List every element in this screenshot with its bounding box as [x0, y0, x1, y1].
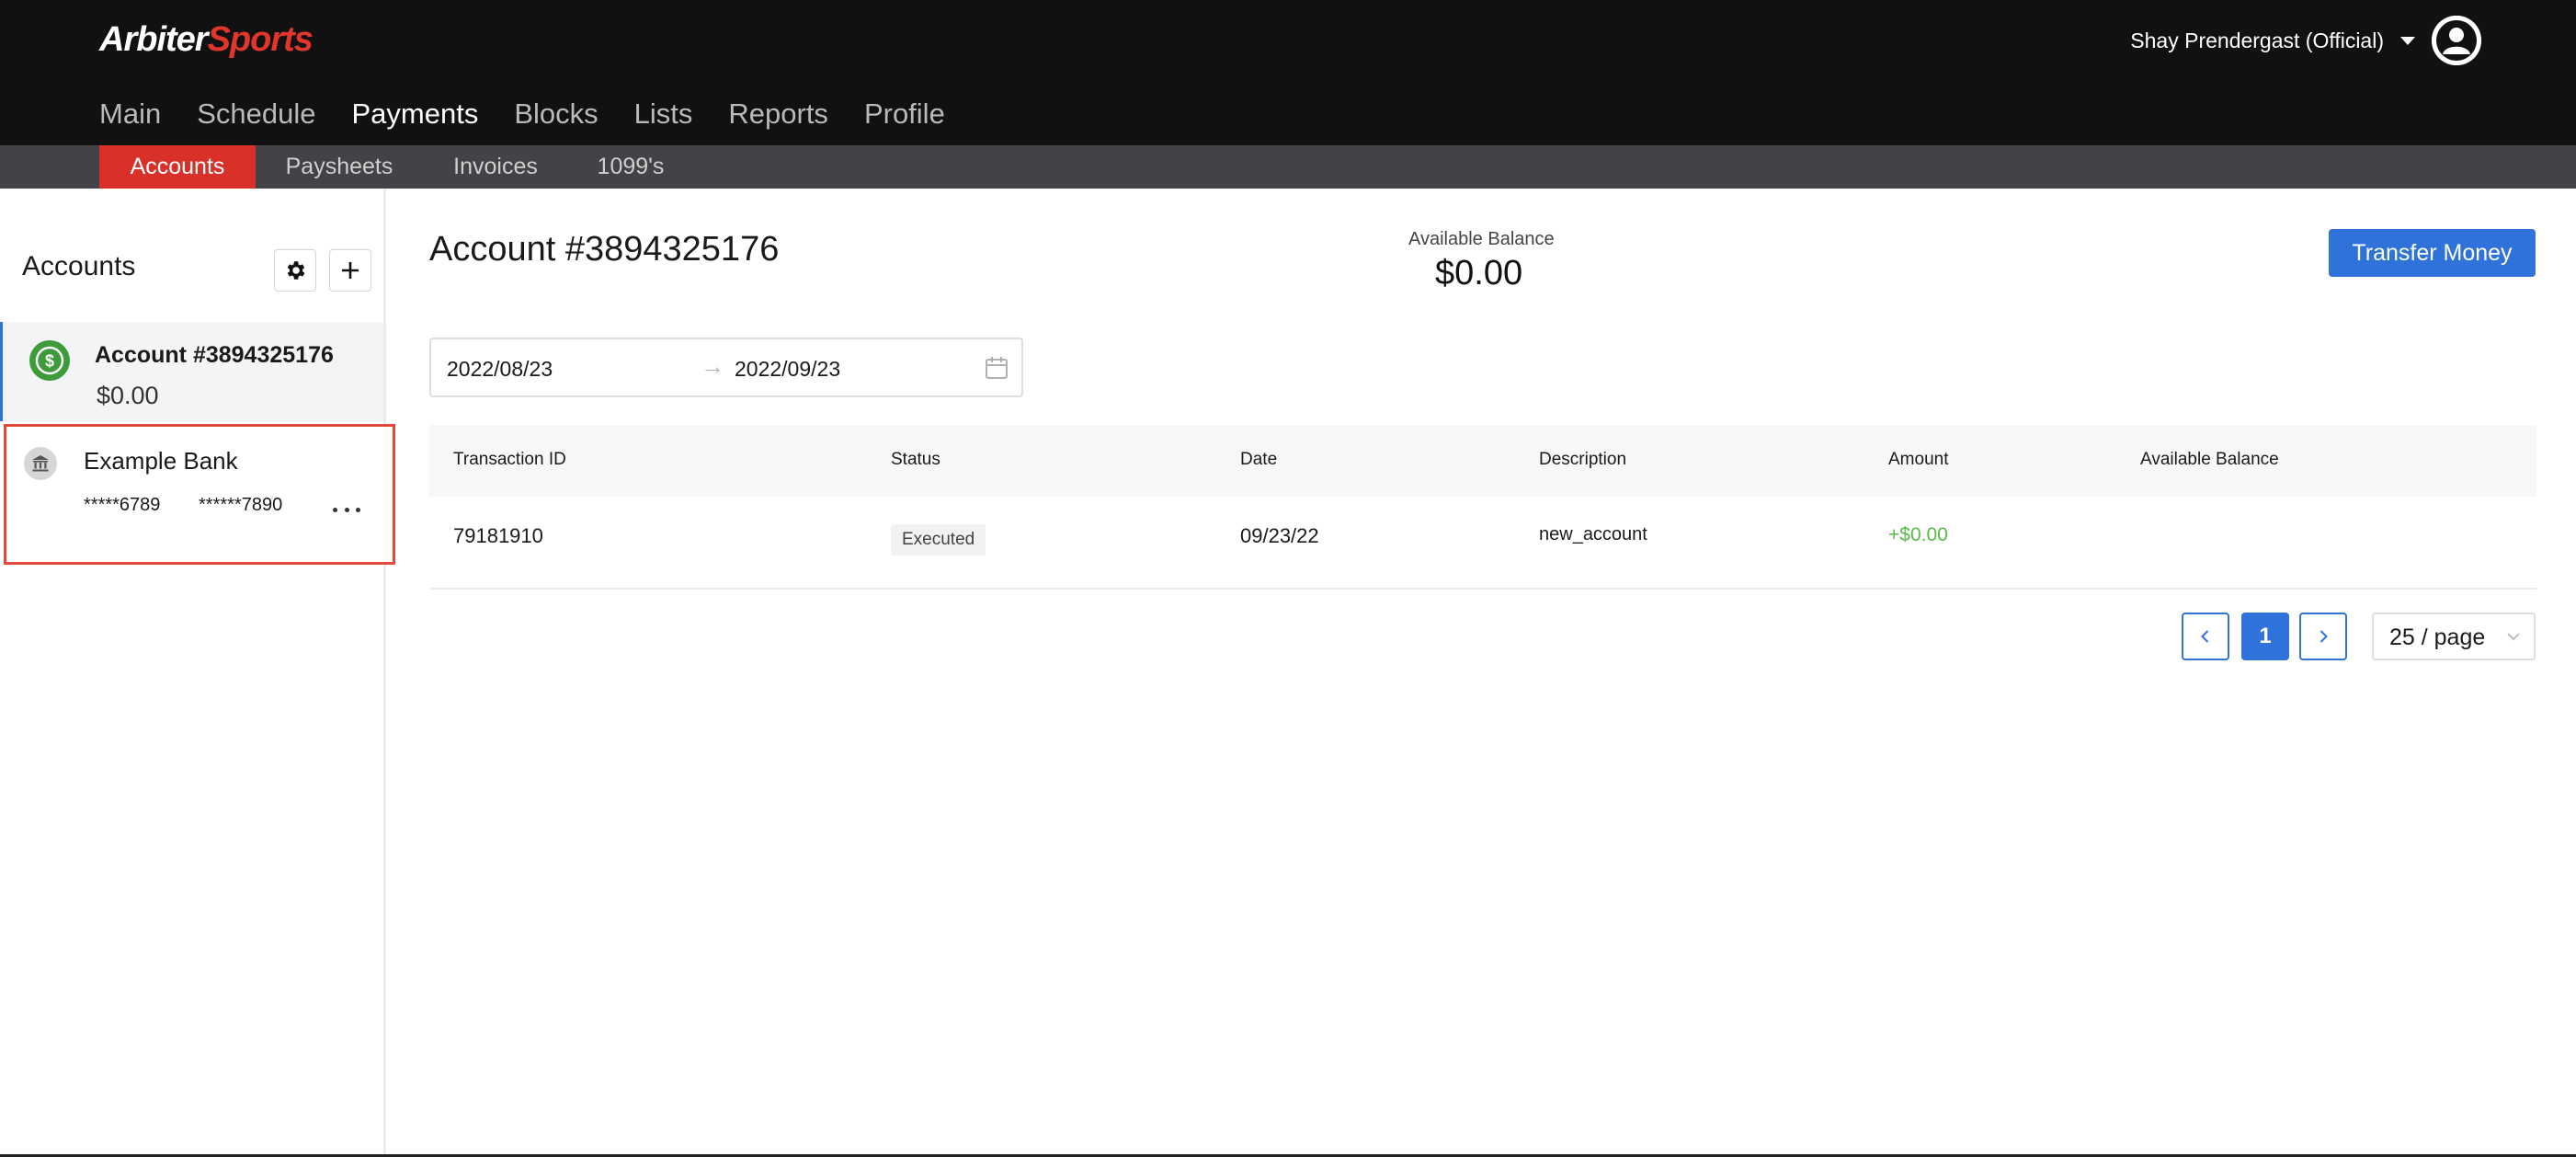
nav-schedule[interactable]: Schedule — [197, 97, 315, 131]
user-menu[interactable]: Shay Prendergast (Official) — [2130, 15, 2481, 66]
bank-name: Example Bank — [84, 447, 238, 475]
user-avatar-icon[interactable] — [2432, 16, 2481, 65]
transfer-money-button[interactable]: Transfer Money — [2329, 229, 2536, 277]
nav-main[interactable]: Main — [99, 97, 161, 131]
end-date-input[interactable] — [735, 350, 964, 387]
bank-masked-number-1: *****6789 — [84, 495, 161, 515]
cell-amount: +$0.00 — [1888, 524, 1948, 545]
subnav-accounts[interactable]: Accounts — [99, 145, 256, 189]
sidebar-account-name: Account #3894325176 — [95, 342, 334, 368]
nav-reports[interactable]: Reports — [728, 97, 828, 131]
gear-icon — [287, 261, 305, 280]
settings-button[interactable] — [274, 249, 316, 292]
column-date[interactable]: Date — [1240, 450, 1277, 470]
date-range-picker[interactable]: → — [429, 338, 1023, 397]
column-transaction-id[interactable]: Transaction ID — [453, 450, 566, 470]
logo-text-arbiter: Arbiter — [99, 20, 209, 59]
available-balance-value: $0.00 — [1435, 254, 1523, 292]
table-row[interactable]: 79181910 Executed 09/23/22 new_account +… — [429, 497, 2536, 590]
chevron-left-icon — [2201, 630, 2209, 643]
page-size-select[interactable]: 25 / page — [2372, 613, 2536, 660]
calendar-icon[interactable] — [984, 355, 1009, 381]
accounts-sidebar: Accounts $ Account #3894325176 $0.00 Exa… — [0, 189, 395, 1157]
svg-text:$: $ — [45, 352, 54, 371]
nav-lists[interactable]: Lists — [634, 97, 693, 131]
chevron-down-icon — [2507, 633, 2520, 641]
arbitersports-logo[interactable]: ArbiterSports — [99, 20, 313, 64]
available-balance-label: Available Balance — [1408, 229, 1555, 249]
chevron-right-icon — [2320, 630, 2328, 643]
sidebar-title: Accounts — [22, 251, 136, 281]
nav-blocks[interactable]: Blocks — [514, 97, 598, 131]
plus-icon — [342, 262, 359, 279]
sidebar-account-item[interactable]: $ Account #3894325176 $0.00 — [0, 322, 383, 421]
page-title: Account #3894325176 — [429, 230, 780, 269]
user-name[interactable]: Shay Prendergast (Official) — [2130, 29, 2384, 53]
bank-icon — [24, 447, 57, 480]
logo-text-sports: Sports — [207, 20, 313, 59]
subnav-invoices[interactable]: Invoices — [439, 145, 552, 189]
caret-down-icon[interactable] — [2400, 36, 2415, 45]
transactions-table-header: Transaction ID Status Date Description A… — [429, 425, 2536, 497]
dollar-icon: $ — [29, 340, 70, 381]
cell-description: new_account — [1539, 524, 1647, 544]
sub-nav: Accounts Paysheets Invoices 1099's — [0, 145, 2576, 189]
more-icon[interactable] — [333, 500, 360, 519]
status-badge: Executed — [891, 524, 986, 556]
column-amount[interactable]: Amount — [1888, 450, 1948, 470]
subnav-1099s[interactable]: 1099's — [587, 145, 675, 189]
column-description[interactable]: Description — [1539, 450, 1626, 470]
page-number-current[interactable]: 1 — [2241, 613, 2289, 660]
cell-transaction-id: 79181910 — [453, 524, 543, 547]
bank-masked-number-2: ******7890 — [199, 495, 283, 515]
sidebar-bank-item[interactable]: Example Bank *****6789 ******7890 — [4, 424, 395, 565]
prev-page-button[interactable] — [2182, 613, 2229, 660]
sidebar-account-balance: $0.00 — [97, 382, 159, 409]
next-page-button[interactable] — [2299, 613, 2347, 660]
column-available-balance[interactable]: Available Balance — [2140, 450, 2279, 470]
nav-profile[interactable]: Profile — [864, 97, 945, 131]
subnav-paysheets[interactable]: Paysheets — [274, 145, 405, 189]
arrow-right-icon: → — [701, 352, 724, 380]
main-nav: Main Schedule Payments Blocks Lists Repo… — [99, 97, 945, 131]
start-date-input[interactable] — [447, 350, 677, 387]
column-status[interactable]: Status — [891, 450, 940, 470]
add-account-button[interactable] — [329, 249, 371, 292]
top-header: ArbiterSports Shay Prendergast (Official… — [0, 0, 2576, 145]
nav-payments[interactable]: Payments — [351, 97, 478, 131]
cell-date: 09/23/22 — [1240, 524, 1319, 547]
page-size-value: 25 / page — [2389, 624, 2486, 650]
